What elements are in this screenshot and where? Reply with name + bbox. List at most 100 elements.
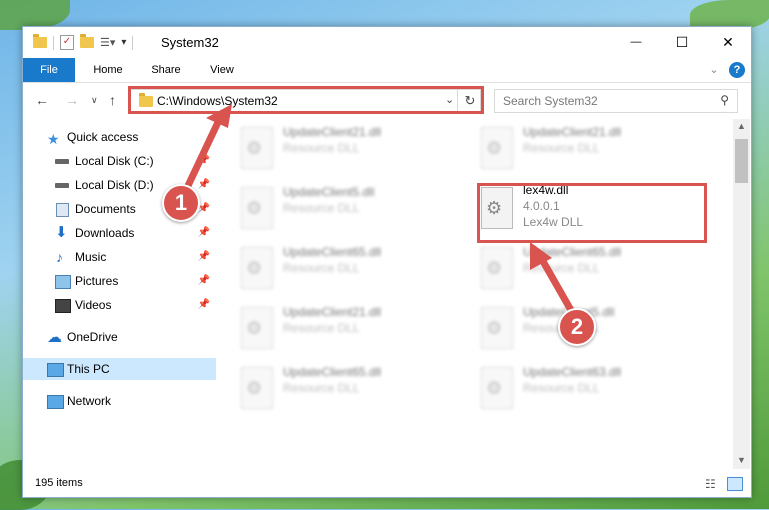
- file-item[interactable]: UpdateClient65.dll Resource DLL: [471, 239, 701, 295]
- file-type: Resource DLL: [283, 321, 360, 335]
- minimize-button[interactable]: —: [613, 27, 659, 58]
- folder-icon: [33, 34, 47, 48]
- nav-item-downloads[interactable]: ⬇ Downloads 📌: [23, 222, 216, 244]
- nav-item-onedrive[interactable]: ☁ OneDrive: [23, 326, 216, 348]
- tab-share[interactable]: Share: [141, 58, 191, 82]
- file-name: UpdateClient65.dll: [283, 365, 382, 379]
- cloud-icon: ☁: [47, 329, 62, 346]
- chevron-down-icon[interactable]: ▾: [121, 37, 126, 48]
- file-item[interactable]: UpdateClient5.dll Resource DLL: [231, 179, 461, 235]
- pictures-icon: [55, 275, 71, 289]
- forward-button[interactable]: →: [65, 92, 79, 108]
- navigation-pane: ★ Quick access Local Disk (C:) 📌 Local D…: [23, 119, 216, 469]
- large-icons-view-icon[interactable]: [727, 477, 743, 491]
- nav-label: Videos: [75, 298, 112, 312]
- nav-item-quick-access[interactable]: ★ Quick access: [23, 126, 216, 148]
- scroll-up-arrow[interactable]: ▲: [737, 121, 746, 131]
- videos-icon: [55, 299, 71, 313]
- file-type: Resource DLL: [523, 141, 600, 155]
- pin-icon[interactable]: 📌: [198, 222, 210, 244]
- pin-icon[interactable]: 📌: [198, 246, 210, 268]
- nav-item-pictures[interactable]: Pictures 📌: [23, 270, 216, 292]
- tab-file[interactable]: File: [23, 58, 75, 82]
- nav-item-local-disk-c[interactable]: Local Disk (C:) 📌: [23, 150, 216, 172]
- pin-icon[interactable]: 📌: [198, 174, 210, 196]
- dll-file-icon: [241, 307, 273, 349]
- toolbar-separator: [132, 35, 134, 50]
- nav-label: Local Disk (D:): [75, 178, 154, 192]
- file-item[interactable]: UpdateClient21.dll Resource DLL: [231, 119, 461, 175]
- file-name: UpdateClient5.dll: [283, 185, 375, 199]
- file-name: UpdateClient21.dll: [523, 125, 622, 139]
- file-item[interactable]: UpdateClient21.dll Resource DLL: [471, 119, 701, 175]
- tab-home[interactable]: Home: [83, 58, 133, 82]
- dll-file-icon: [241, 367, 273, 409]
- scroll-down-arrow[interactable]: ▼: [737, 455, 746, 465]
- dll-file-icon: [241, 127, 273, 169]
- ribbon-tabs: File Home Share View ⌄ ?: [23, 58, 751, 83]
- file-name: UpdateClient65.dll: [523, 245, 622, 259]
- search-placeholder: Search System32: [503, 94, 598, 108]
- file-item[interactable]: UpdateClient63.dll Resource DLL: [471, 359, 701, 415]
- properties-icon[interactable]: ✓: [60, 35, 74, 50]
- pin-icon[interactable]: 📌: [198, 270, 210, 292]
- tab-view[interactable]: View: [197, 58, 247, 82]
- nav-label: This PC: [67, 362, 110, 376]
- dll-file-icon: [241, 247, 273, 289]
- title-bar: ✓ ☰▾ ▾ System32 — ☐ ✕: [23, 27, 751, 58]
- nav-label: Network: [67, 394, 112, 408]
- file-name: UpdateClient65.dll: [283, 245, 382, 259]
- nav-item-videos[interactable]: Videos 📌: [23, 294, 216, 316]
- details-view-icon[interactable]: ☷: [705, 477, 716, 491]
- callout-badge-2: 2: [558, 308, 596, 346]
- new-folder-icon[interactable]: [80, 34, 94, 48]
- address-highlight: [128, 86, 484, 114]
- nav-item-network[interactable]: Network: [23, 390, 216, 412]
- file-list: UpdateClient21.dll Resource DLL UpdateCl…: [231, 119, 737, 469]
- file-name: UpdateClient63.dll: [523, 365, 622, 379]
- nav-item-music[interactable]: ♪ Music 📌: [23, 246, 216, 268]
- maximize-button[interactable]: ☐: [659, 27, 705, 58]
- status-bar: 195 items ☷: [23, 473, 751, 497]
- search-input[interactable]: Search System32 ⚲: [494, 89, 738, 113]
- documents-icon: [56, 203, 69, 217]
- dll-file-icon: [481, 367, 513, 409]
- nav-label: Downloads: [75, 226, 135, 240]
- vertical-scrollbar[interactable]: ▲ ▼: [733, 119, 750, 469]
- window-title: System32: [161, 35, 219, 50]
- file-type: Resource DLL: [283, 201, 360, 215]
- file-item[interactable]: UpdateClient21.dll Resource DLL: [231, 299, 461, 355]
- close-button[interactable]: ✕: [705, 27, 751, 58]
- dll-file-icon: [481, 247, 513, 289]
- help-icon[interactable]: ?: [729, 62, 745, 78]
- file-highlight: [477, 183, 707, 243]
- customize-icon[interactable]: ☰▾: [100, 36, 115, 49]
- file-item[interactable]: UpdateClient65.dll Resource DLL: [231, 239, 461, 295]
- pin-icon[interactable]: 📌: [198, 294, 210, 316]
- music-icon: ♪: [56, 249, 63, 265]
- explorer-window: ✓ ☰▾ ▾ System32 — ☐ ✕ File Home Share Vi…: [22, 26, 752, 498]
- chevron-down-icon[interactable]: ⌄: [706, 58, 722, 82]
- file-type: Resource DLL: [283, 141, 360, 155]
- up-button[interactable]: ↑: [109, 92, 116, 108]
- file-type: Resource DLL: [523, 261, 600, 275]
- nav-item-this-pc[interactable]: This PC: [23, 358, 216, 380]
- quick-access-toolbar: ✓ ☰▾ ▾: [33, 34, 134, 50]
- file-type: Resource DLL: [283, 381, 360, 395]
- item-count: 195 items: [35, 477, 83, 489]
- file-name: UpdateClient21.dll: [283, 305, 382, 319]
- download-icon: ⬇: [55, 224, 68, 241]
- drive-icon: [55, 183, 69, 188]
- pin-icon[interactable]: 📌: [198, 150, 210, 172]
- scrollbar-thumb[interactable]: [735, 139, 748, 183]
- nav-label: OneDrive: [67, 330, 118, 344]
- back-button[interactable]: ←: [35, 92, 49, 108]
- file-item[interactable]: UpdateClient65.dll Resource DLL: [231, 359, 461, 415]
- nav-label: Music: [75, 250, 107, 264]
- computer-icon: [47, 363, 64, 377]
- star-icon: ★: [47, 131, 60, 147]
- recent-locations-button[interactable]: ∨: [91, 95, 98, 106]
- nav-label: Quick access: [67, 130, 139, 144]
- file-type: Resource DLL: [523, 381, 600, 395]
- nav-label: Pictures: [75, 274, 119, 288]
